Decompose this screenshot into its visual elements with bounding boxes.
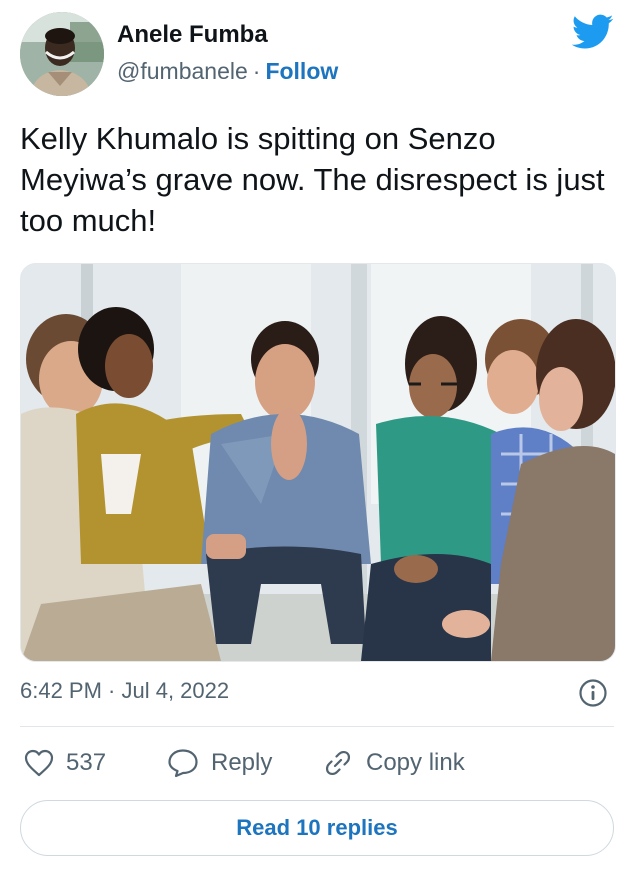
author-handle[interactable]: @fumbanele	[117, 58, 248, 84]
copy-link-label: Copy link	[366, 749, 465, 776]
heart-icon	[24, 749, 54, 777]
reply-button[interactable]: Reply	[167, 745, 272, 781]
avatar-image	[20, 12, 104, 96]
divider	[20, 726, 614, 727]
tweet-card: Anele Fumba @fumbanele · Follow Kelly Khum…	[0, 0, 642, 878]
read-replies-button[interactable]: Read 10 replies	[20, 800, 614, 856]
reply-label: Reply	[211, 749, 273, 776]
author-name[interactable]: Anele Fumba	[117, 20, 268, 50]
like-button[interactable]: 537	[24, 745, 106, 781]
avatar[interactable]	[20, 12, 104, 96]
tweet-text: Kelly Khumalo is spitting on Senzo Meyiw…	[20, 121, 605, 238]
twitter-bird-icon[interactable]	[572, 14, 614, 50]
tweet-media-photo[interactable]	[20, 263, 616, 662]
like-count: 537	[66, 749, 107, 776]
follow-link[interactable]: Follow	[265, 58, 338, 84]
info-icon[interactable]	[578, 678, 608, 708]
copy-link-button[interactable]: Copy link	[322, 745, 465, 781]
handle-separator: ·	[252, 58, 261, 84]
link-icon	[325, 750, 351, 776]
group-therapy-photo	[21, 264, 615, 661]
tweet-timestamp[interactable]: 6:42 PM · Jul 4, 2022	[20, 676, 229, 706]
reply-bubble-icon	[168, 749, 198, 778]
handle-row: @fumbanele · Follow	[117, 56, 338, 86]
